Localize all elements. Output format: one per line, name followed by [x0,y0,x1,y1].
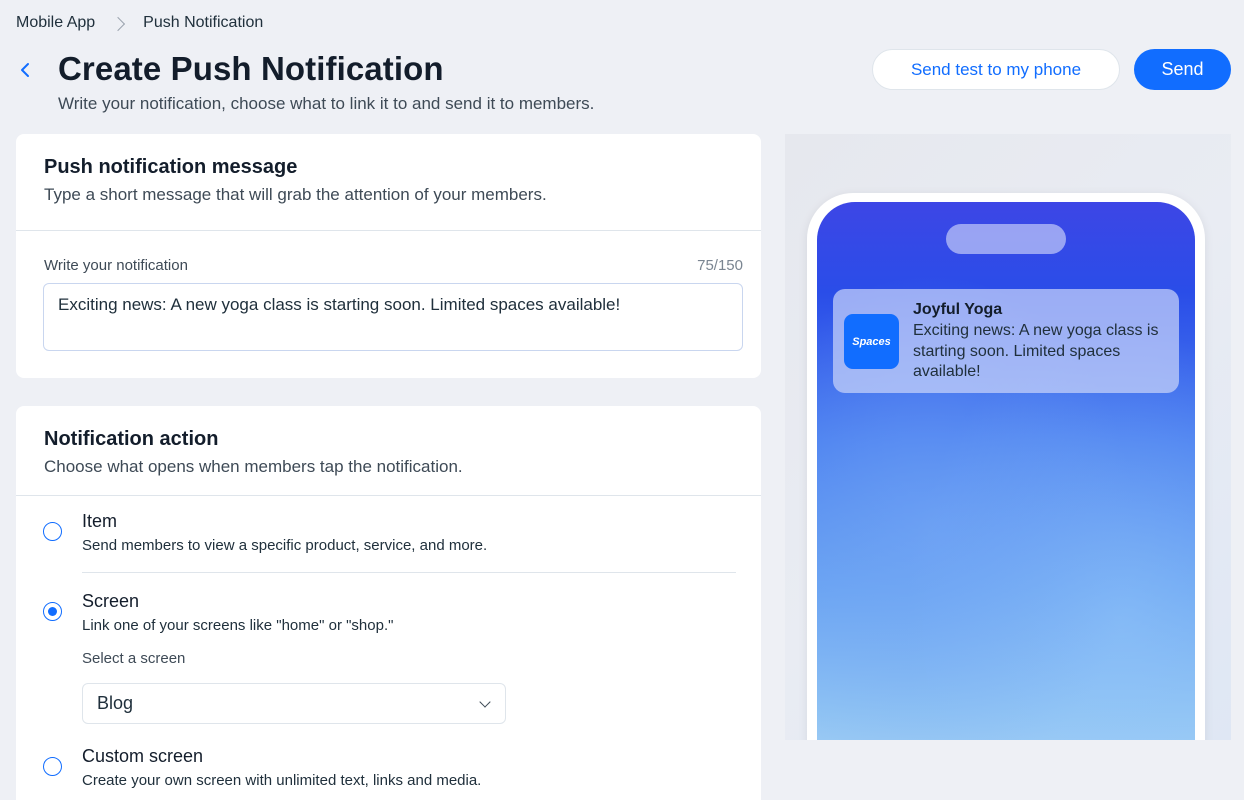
chevron-right-icon [111,16,126,31]
send-button[interactable]: Send [1134,49,1231,90]
screen-select-value: Blog [97,693,134,713]
phone-preview-panel: Spaces Joyful Yoga Exciting news: A new … [785,134,1231,740]
back-arrow-icon[interactable] [14,58,38,82]
send-test-button[interactable]: Send test to my phone [872,49,1120,90]
notification-preview: Spaces Joyful Yoga Exciting news: A new … [833,289,1179,393]
breadcrumb: Mobile App Push Notification [16,14,263,32]
radio-screen[interactable] [43,602,62,621]
notification-preview-body: Exciting news: A new yoga class is start… [913,322,1159,380]
breadcrumb-mobile-app[interactable]: Mobile App [16,14,95,32]
message-card-title: Push notification message [44,156,298,178]
divider [82,572,736,573]
action-card-subtitle: Choose what opens when members tap the n… [44,457,463,476]
phone-frame: Spaces Joyful Yoga Exciting news: A new … [807,193,1205,740]
page-subtitle: Write your notification, choose what to … [58,94,595,113]
action-card: Notification action Choose what opens wh… [16,406,761,800]
message-card: Push notification message Type a short m… [16,134,761,378]
breadcrumb-current: Push Notification [143,14,264,31]
option-custom-title: Custom screen [82,746,204,766]
select-screen-label: Select a screen [82,650,186,667]
notification-textarea[interactable]: Exciting news: A new yoga class is start… [43,283,743,351]
message-card-subtitle: Type a short message that will grab the … [44,185,547,204]
chevron-down-icon [479,696,491,708]
notification-field-label: Write your notification [44,257,188,274]
option-screen-title: Screen [82,591,140,611]
phone-screen: Spaces Joyful Yoga Exciting news: A new … [817,202,1195,740]
radio-item[interactable] [43,522,62,541]
page-title: Create Push Notification [58,50,444,87]
divider [16,230,761,231]
notification-preview-title: Joyful Yoga [913,301,1003,318]
app-icon: Spaces [844,314,899,369]
option-item-title: Item [82,511,118,531]
radio-custom-screen[interactable] [43,757,62,776]
option-screen-desc: Link one of your screens like "home" or … [82,617,394,634]
action-card-title: Notification action [44,428,219,450]
divider [16,495,761,496]
screen-select[interactable]: Blog [82,683,506,724]
option-item-desc: Send members to view a specific product,… [82,537,488,554]
phone-notch [946,224,1066,254]
option-custom-desc: Create your own screen with unlimited te… [82,772,482,789]
char-counter: 75/150 [697,257,743,274]
